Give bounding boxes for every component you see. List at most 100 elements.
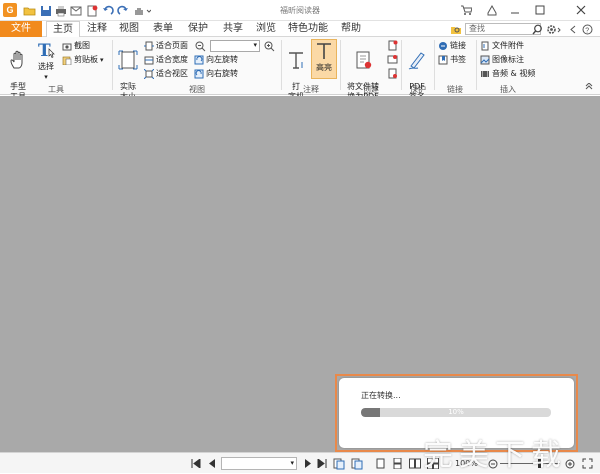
- svg-text:?: ?: [585, 27, 589, 34]
- zoom-slider-handle[interactable]: [538, 459, 541, 468]
- sign-pen-icon: [406, 49, 428, 71]
- zoom-percent: 100%: [455, 459, 478, 468]
- audio-video-label: 音频 & 视频: [492, 69, 536, 78]
- help-icon[interactable]: ?: [580, 22, 595, 37]
- select-tool-label: 选择: [38, 62, 54, 71]
- film-icon: [480, 69, 490, 79]
- zoom-slider[interactable]: [500, 459, 560, 468]
- tab-file[interactable]: 文件: [0, 21, 42, 37]
- rotate-left-icon: [194, 55, 204, 65]
- rotate-right-label: 向右旋转: [206, 69, 238, 78]
- previous-page-icon[interactable]: [206, 457, 218, 470]
- progress-bar: 10%: [361, 408, 551, 417]
- tab-home[interactable]: 主页: [46, 21, 80, 38]
- from-scanner-icon[interactable]: [386, 53, 398, 65]
- fit-width-icon: [144, 55, 154, 65]
- bookmark-icon: [438, 55, 448, 65]
- actual-size-icon: [117, 49, 139, 71]
- group-divider: [434, 40, 435, 90]
- from-clipboard-icon[interactable]: [386, 67, 398, 79]
- gear-icon[interactable]: [545, 22, 563, 37]
- tab-browse[interactable]: 浏览: [251, 21, 281, 37]
- cart-icon[interactable]: [455, 2, 477, 18]
- zoom-out-icon[interactable]: [194, 40, 206, 52]
- select-tool-button[interactable]: T 选择 ▾: [34, 39, 58, 82]
- page-number-input[interactable]: ▾: [221, 457, 297, 470]
- zoom-in-icon[interactable]: [263, 40, 275, 52]
- single-page-icon[interactable]: [374, 457, 386, 470]
- tab-help[interactable]: 帮助: [336, 21, 366, 37]
- audio-video-button[interactable]: 音频 & 视频: [480, 68, 535, 80]
- attachment-icon: [480, 41, 490, 51]
- highlight-text-icon: [313, 40, 335, 62]
- group-label-comment: 注释: [303, 85, 319, 94]
- next-page-icon[interactable]: [302, 457, 314, 470]
- group-label-create: 创建: [363, 85, 379, 94]
- typewriter-icon: [285, 49, 307, 71]
- hand-icon: [7, 49, 29, 71]
- image-icon: [480, 55, 490, 65]
- zoom-level-select[interactable]: ▾: [210, 40, 260, 52]
- bookmark-label: 书签: [450, 55, 466, 64]
- collapse-ribbon-icon[interactable]: [584, 82, 594, 92]
- snapshot-button[interactable]: 截图: [62, 40, 90, 52]
- fit-width-button[interactable]: 适合宽度: [144, 54, 188, 66]
- group-divider: [401, 40, 402, 90]
- minimize-icon[interactable]: [504, 2, 526, 18]
- maximize-icon[interactable]: [529, 2, 551, 18]
- chevron-down-icon: ▾: [100, 56, 104, 64]
- group-divider: [340, 40, 341, 90]
- zoom-out-button-icon[interactable]: [487, 457, 499, 470]
- group-label-view: 视图: [189, 85, 205, 94]
- bookmark-button[interactable]: 书签: [438, 54, 466, 66]
- chevron-down-icon: ▾: [290, 459, 294, 467]
- search-folder-icon[interactable]: [448, 22, 463, 37]
- fit-visible-icon: [144, 69, 154, 79]
- group-label-insert: 插入: [500, 85, 516, 94]
- first-page-icon[interactable]: [190, 457, 202, 470]
- image-annotation-button[interactable]: 图像标注: [480, 54, 524, 66]
- tab-share[interactable]: 共享: [218, 21, 248, 37]
- next-view-icon[interactable]: [350, 457, 364, 470]
- tab-features[interactable]: 特色功能: [285, 21, 331, 37]
- rotate-right-icon: [194, 69, 204, 79]
- highlight-button[interactable]: 高亮: [311, 39, 337, 79]
- rotate-left-button[interactable]: 向左旋转: [194, 54, 238, 66]
- link-button[interactable]: 链接: [438, 40, 466, 52]
- fullscreen-icon[interactable]: [580, 457, 594, 470]
- last-page-icon[interactable]: [316, 457, 328, 470]
- tab-protect[interactable]: 保护: [183, 21, 213, 37]
- highlight-label: 高亮: [316, 63, 332, 72]
- tab-comment[interactable]: 注释: [82, 21, 112, 37]
- group-divider: [112, 40, 113, 90]
- close-icon[interactable]: [570, 2, 592, 18]
- file-attachment-button[interactable]: 文件附件: [480, 40, 524, 52]
- tab-view[interactable]: 视图: [114, 21, 144, 37]
- status-bar: ▾ 100%: [0, 452, 600, 473]
- chevron-down-icon: ▾: [253, 41, 257, 49]
- clipboard-icon: [62, 55, 72, 65]
- fit-page-button[interactable]: 适合页面: [144, 40, 188, 52]
- fit-page-icon: [144, 41, 154, 51]
- ribbon-panel: 手型 工具 T 选择 ▾ 截图 剪贴板 ▾ 工具 实际 大小 适合页面 适合宽度…: [0, 37, 600, 101]
- title-bar: G 福昕阅读器: [0, 0, 600, 21]
- link-icon: [438, 41, 448, 51]
- tab-form[interactable]: 表单: [148, 21, 178, 37]
- continuous-page-icon[interactable]: [391, 457, 403, 470]
- continuous-facing-icon[interactable]: [426, 457, 440, 470]
- select-text-icon: T: [35, 39, 57, 61]
- facing-page-icon[interactable]: [408, 457, 422, 470]
- search-icon[interactable]: [530, 22, 545, 37]
- fit-visible-button[interactable]: 适合视区: [144, 68, 188, 80]
- clipboard-button[interactable]: 剪贴板 ▾: [62, 54, 104, 66]
- new-blank-icon[interactable]: [386, 39, 398, 51]
- rotate-left-label: 向左旋转: [206, 55, 238, 64]
- previous-view-icon[interactable]: [332, 457, 346, 470]
- chevron-left-icon[interactable]: [566, 22, 581, 37]
- zoom-in-button-icon[interactable]: [564, 457, 576, 470]
- fit-visible-label: 适合视区: [156, 69, 188, 78]
- user-icon[interactable]: [481, 2, 503, 18]
- rotate-right-button[interactable]: 向右旋转: [194, 68, 238, 80]
- convert-file-icon: [352, 49, 374, 71]
- file-attachment-label: 文件附件: [492, 41, 524, 50]
